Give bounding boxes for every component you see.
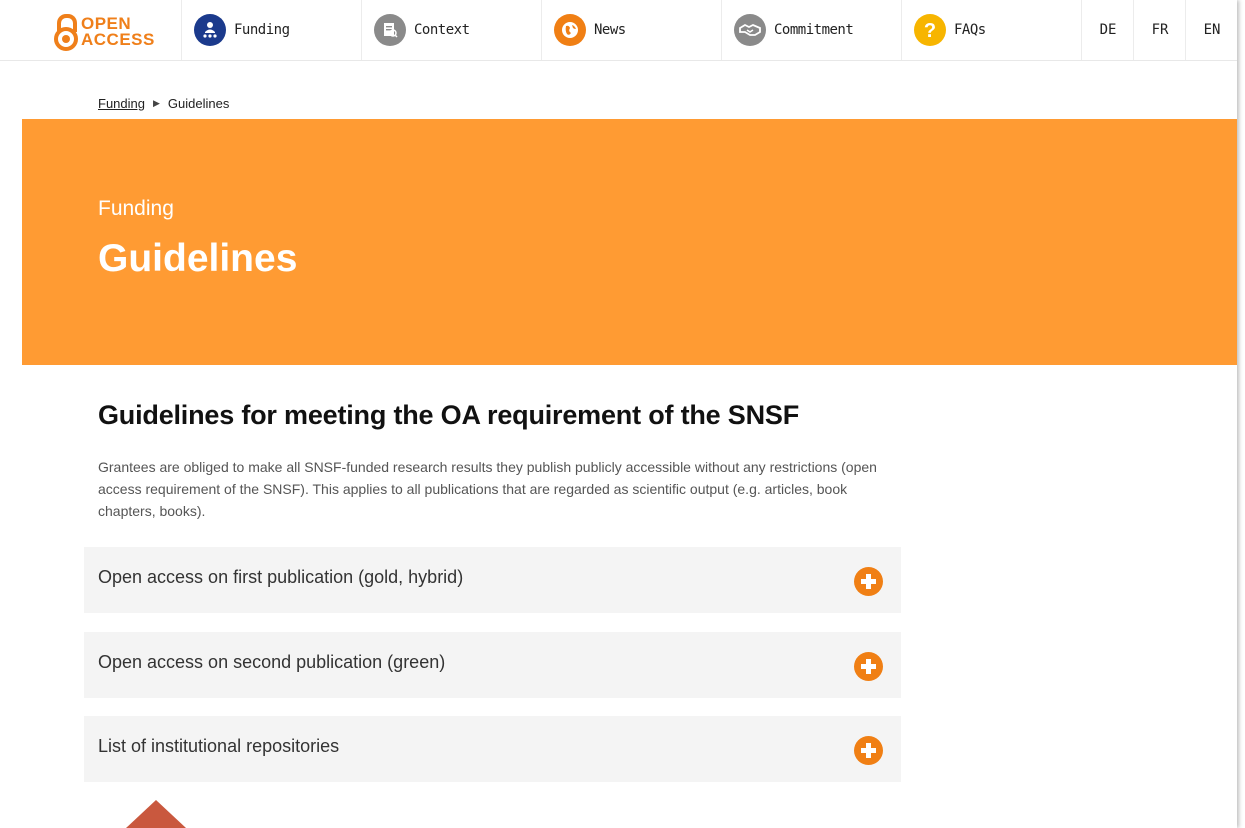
lang-fr[interactable]: FR [1133, 0, 1186, 60]
breadcrumb: Funding ▶ Guidelines [98, 96, 229, 111]
plus-icon[interactable] [854, 736, 883, 765]
nav-label: News [594, 22, 626, 38]
plus-icon[interactable] [854, 567, 883, 596]
page: OPEN ACCESS Funding Context News Commitm… [0, 0, 1237, 828]
intro-text: Grantees are obliged to make all SNSF-fu… [98, 459, 877, 519]
accordion-label: Open access on first publication (gold, … [98, 567, 464, 587]
breadcrumb-current: Guidelines [167, 96, 230, 111]
nav-item-faqs[interactable]: ? FAQs [901, 0, 1082, 60]
question-icon: ? [914, 14, 946, 46]
accordion-label: List of institutional repositories [98, 736, 340, 756]
plus-icon[interactable] [854, 652, 883, 681]
accordion-first-publication[interactable]: Open access on first publication (gold, … [84, 547, 901, 613]
svg-text:?: ? [924, 20, 936, 40]
nav-label: FAQs [954, 22, 986, 38]
arrow-up-icon [126, 800, 186, 828]
accordion-institutional-repositories[interactable]: List of institutional repositories [84, 716, 901, 782]
breadcrumb-arrow-icon: ▶ [152, 98, 160, 108]
accordion-label: Open access on second publication (green… [98, 652, 446, 672]
document-icon [374, 14, 406, 46]
logo-line-2: ACCESS [81, 30, 155, 49]
top-navigation: OPEN ACCESS Funding Context News Commitm… [0, 0, 1237, 61]
open-access-logo[interactable]: OPEN ACCESS [54, 12, 164, 52]
scroll-to-top-button[interactable] [126, 800, 186, 828]
lang-en[interactable]: EN [1185, 0, 1237, 60]
lang-de[interactable]: DE [1081, 0, 1134, 60]
handshake-icon [734, 14, 766, 46]
open-access-lock-icon [54, 14, 78, 51]
globe-icon [554, 14, 586, 46]
nav-item-commitment[interactable]: Commitment [721, 0, 902, 60]
logo-text: OPEN ACCESS [81, 15, 155, 49]
nav-label: Commitment [774, 22, 854, 38]
nav-item-funding[interactable]: Funding [181, 0, 362, 60]
hero-kicker: Funding [98, 197, 174, 220]
nav-label: Funding [234, 22, 290, 38]
breadcrumb-link-funding[interactable]: Funding [98, 96, 145, 111]
accordion-second-publication[interactable]: Open access on second publication (green… [84, 632, 901, 698]
nav-item-news[interactable]: News [541, 0, 722, 60]
funding-icon [194, 14, 226, 46]
hero-banner: Funding Guidelines [22, 119, 1237, 365]
page-title: Guidelines [98, 237, 298, 280]
nav-label: Context [414, 22, 470, 38]
section-title: Guidelines for meeting the OA requiremen… [98, 400, 799, 430]
nav-item-context[interactable]: Context [361, 0, 542, 60]
